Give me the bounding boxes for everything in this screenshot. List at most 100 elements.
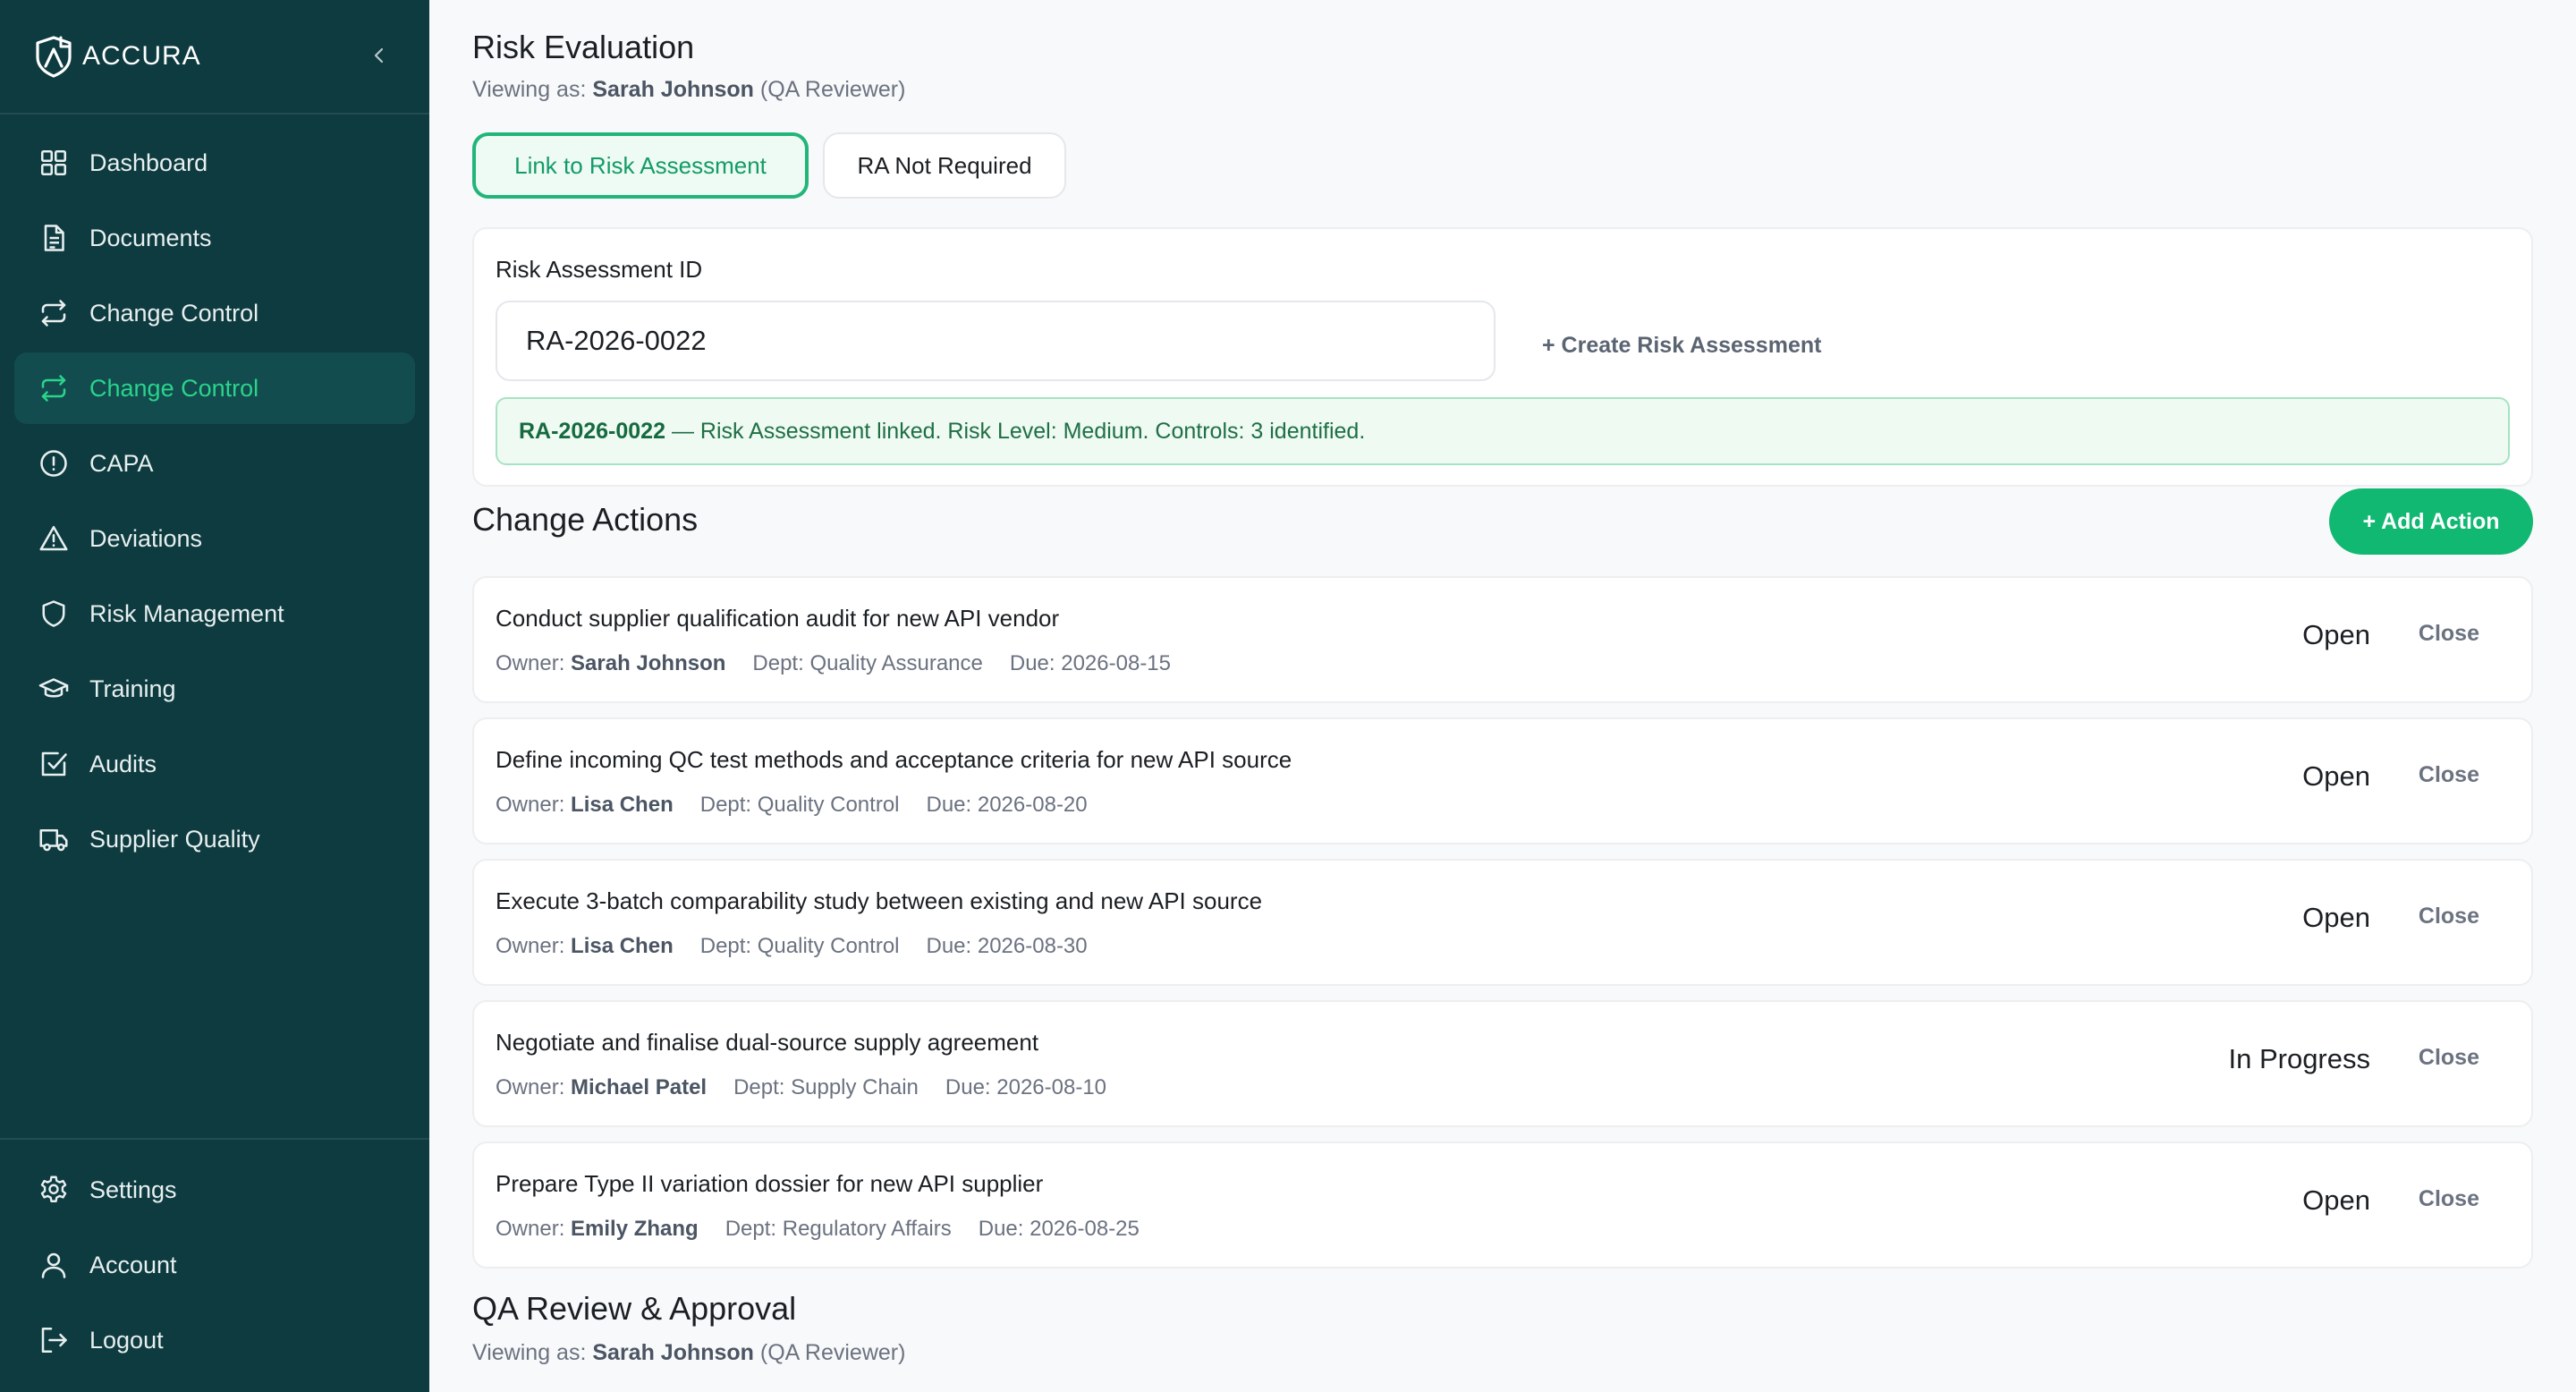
brand-logo[interactable]: ACCURA [34,34,201,79]
action-dept: Dept: Quality Assurance [752,651,983,675]
qa-review-viewing-as: Viewing as: Sarah Johnson (QA Reviewer) [472,1340,905,1366]
sidebar: ACCURA Dashboard Documents Change Contro… [0,0,429,1392]
sidebar-item-dashboard[interactable]: Dashboard [14,127,415,199]
sidebar-item-audits[interactable]: Audits [14,728,415,800]
user-icon [41,1252,66,1278]
sidebar-item-settings[interactable]: Settings [14,1154,415,1226]
action-title: Prepare Type II variation dossier for ne… [496,1170,1044,1197]
action-owner: Owner: Sarah Johnson [496,651,725,676]
action-dept: Dept: Regulatory Affairs [724,1217,952,1241]
close-action-button[interactable]: Close [2419,762,2479,788]
sidebar-item-label: Dashboard [89,149,208,176]
dashboard-icon [40,149,67,176]
owner-label: Owner: [496,934,565,958]
action-dept: Dept: Quality Control [699,934,900,958]
sidebar-item-label: Account [89,1251,177,1278]
sidebar-item-label: CAPA [89,449,154,477]
arrows-exchange-icon [41,375,66,402]
risk-assessment-linked-notice: RA-2026-0022 — Risk Assessment linked. R… [496,397,2510,465]
sidebar-item-label: Logout [89,1326,164,1354]
owner-name: Lisa Chen [571,793,674,817]
sidebar-item-logout[interactable]: Logout [14,1304,415,1376]
sidebar-item-change-control[interactable]: Change Control [14,277,415,349]
risk-evaluation-title: Risk Evaluation [472,29,695,65]
action-title: Conduct supplier qualification audit for… [496,605,1060,632]
action-owner: Owner: Lisa Chen [496,934,674,959]
chevron-left-icon [374,47,384,64]
viewer-name: Sarah Johnson [592,77,754,102]
collapse-sidebar-button[interactable] [363,39,395,72]
sidebar-item-label: Supplier Quality [89,825,260,853]
risk-evaluation-viewing-as: Viewing as: Sarah Johnson (QA Reviewer) [472,77,905,103]
viewer-name: Sarah Johnson [592,1340,754,1365]
risk-assessment-id-label: Risk Assessment ID [496,256,703,283]
sidebar-divider [0,113,429,115]
owner-label: Owner: [496,1217,565,1241]
viewer-role: (QA Reviewer) [759,1340,906,1365]
add-action-button[interactable]: + Add Action [2329,488,2533,555]
gear-icon [40,1176,67,1202]
close-action-button[interactable]: Close [2419,1186,2479,1212]
sidebar-item-label: Risk Management [89,599,284,627]
close-action-button[interactable]: Close [2419,904,2479,929]
risk-assessment-id-input[interactable] [496,301,1496,381]
sidebar-item-capa[interactable]: CAPA [14,428,415,499]
owner-label: Owner: [496,651,565,675]
checkbox-icon [41,751,67,777]
shield-icon [42,600,65,627]
change-actions-title: Change Actions [472,501,699,538]
action-due: Due: 2026-08-15 [1009,651,1172,675]
change-action-item: Execute 3-batch comparability study betw… [472,859,2533,986]
document-icon [44,225,64,251]
change-action-item: Conduct supplier qualification audit for… [472,576,2533,703]
link-to-risk-assessment-button[interactable]: Link to Risk Assessment [472,132,809,199]
sidebar-item-risk-management[interactable]: Risk Management [14,578,415,649]
qa-review-title: QA Review & Approval [472,1290,797,1327]
viewer-role: (QA Reviewer) [759,77,906,102]
owner-name: Lisa Chen [571,934,674,958]
action-title: Negotiate and finalise dual-source suppl… [496,1029,1039,1056]
sidebar-item-account[interactable]: Account [14,1229,415,1301]
logout-icon [41,1327,67,1354]
sidebar-item-label: Settings [89,1176,177,1203]
owner-label: Owner: [496,1075,565,1099]
action-title: Execute 3-batch comparability study betw… [496,887,1263,914]
change-actions-list: Conduct supplier qualification audit for… [472,576,2533,1283]
notice-ra-id: RA-2026-0022 [519,418,665,444]
ra-not-required-button[interactable]: RA Not Required [823,132,1066,199]
sidebar-item-documents[interactable]: Documents [14,202,415,274]
accura-logo-icon [36,36,72,78]
graduation-cap-icon [38,678,69,698]
action-status: Open [2302,1184,2370,1216]
close-action-button[interactable]: Close [2419,621,2479,647]
brand-name: ACCURA [82,41,201,71]
owner-label: Owner: [496,793,565,817]
sidebar-item-label: Training [89,675,176,702]
action-due: Due: 2026-08-10 [945,1075,1107,1099]
notice-text: — Risk Assessment linked. Risk Level: Me… [671,418,1366,444]
sidebar-nav: Dashboard Documents Change Control Chang… [14,127,415,878]
truck-icon [39,828,68,852]
create-risk-assessment-link[interactable]: + Create Risk Assessment [1542,333,1821,359]
sidebar-item-label: Documents [89,224,212,251]
action-owner: Owner: Emily Zhang [496,1217,699,1242]
viewing-as-label: Viewing as: [472,1340,587,1365]
close-action-button[interactable]: Close [2419,1045,2479,1071]
action-status: In Progress [2228,1043,2370,1074]
action-meta: Owner: Lisa Chen Dept: Quality Control D… [496,793,1088,818]
risk-assessment-card: Risk Assessment ID + Create Risk Assessm… [472,227,2533,487]
change-action-item: Negotiate and finalise dual-source suppl… [472,1000,2533,1127]
sidebar-bottom-nav: Settings Account Logout [14,1154,415,1379]
sidebar-item-supplier-quality[interactable]: Supplier Quality [14,803,415,875]
action-due: Due: 2026-08-30 [926,934,1088,958]
sidebar-item-training[interactable]: Training [14,653,415,725]
action-owner: Owner: Michael Patel [496,1075,707,1100]
sidebar-item-label: Change Control [89,374,259,402]
action-meta: Owner: Emily Zhang Dept: Regulatory Affa… [496,1217,1140,1242]
action-due: Due: 2026-08-25 [978,1217,1140,1241]
action-dept: Dept: Quality Control [699,793,900,817]
sidebar-item-change-control-active[interactable]: Change Control [14,352,415,424]
sidebar-item-label: Audits [89,750,157,777]
sidebar-item-label: Change Control [89,299,259,327]
sidebar-item-deviations[interactable]: Deviations [14,503,415,574]
